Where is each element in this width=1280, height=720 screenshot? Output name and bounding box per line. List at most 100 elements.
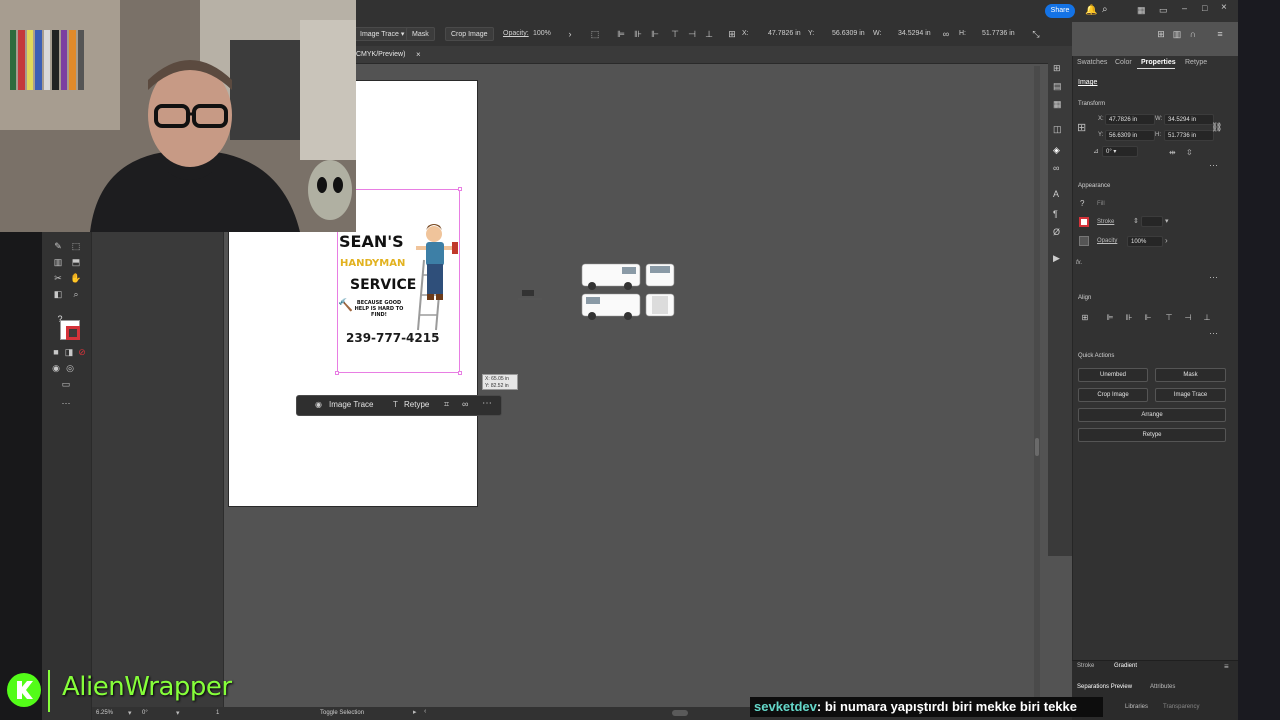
opacity-field[interactable]: 100% [1127,236,1163,247]
more-options-icon[interactable]: ⋯ [482,398,492,409]
layers-icon[interactable]: ⊞ [1053,63,1061,74]
vertical-align-center-icon[interactable]: ⊣ [1183,313,1193,323]
stroke-swatch[interactable] [66,326,80,340]
reference-point-icon[interactable]: ⊞ [726,28,738,40]
zoom-dropdown-icon[interactable]: ▾ [128,709,132,717]
rotation-field[interactable]: 0° [142,710,148,716]
y-field[interactable]: 56.6309 in [832,30,865,37]
align-middle-icon[interactable]: ⊣ [686,28,698,40]
links-icon[interactable]: ∞ [1053,163,1059,173]
tf-x-field[interactable]: 47.7826 in [1105,114,1155,125]
draw-behind-icon[interactable]: ◎ [64,362,76,374]
opacity-value[interactable]: 100% [533,30,551,37]
tf-h-field[interactable]: 51.7736 in [1164,130,1214,141]
stroke-weight-field[interactable] [1141,216,1163,227]
libraries-icon[interactable]: ▤ [1053,81,1062,92]
rotation-dropdown-icon[interactable]: ▾ [176,709,180,717]
chevron-right-icon[interactable]: › [564,28,576,40]
rotate-field[interactable]: 0° ▾ [1102,146,1138,157]
image-trace-button[interactable]: Image Trace ▾ [354,27,411,41]
handle-tr[interactable] [458,187,462,191]
stroke-color-swatch[interactable] [1079,217,1089,227]
constrain-proportions-icon[interactable]: ⛓ [1211,122,1222,133]
eyedropper-icon[interactable]: ✎ [52,240,64,252]
pathfinder-icon[interactable]: ◫ [1053,124,1062,135]
tab-properties[interactable]: Properties [1141,59,1176,66]
fill-label[interactable]: Fill [1097,201,1105,207]
tab-transparency[interactable]: Transparency [1163,704,1199,710]
reference-point-icon[interactable]: ⊞ [1077,121,1086,134]
flip-horizontal-icon[interactable]: ⇹ [1169,148,1176,157]
status-play-icon[interactable]: ▸ [413,708,417,716]
transform-icon[interactable]: ⤡ [1030,28,1042,40]
artboard-number-field[interactable]: 1 [216,710,219,716]
h-field[interactable]: 51.7736 in [982,30,1015,37]
tab-retype[interactable]: Retype [1185,59,1207,66]
mask-button[interactable]: Mask [406,27,435,41]
vertical-align-top-icon[interactable]: ⊤ [1164,313,1174,323]
handle-br[interactable] [458,371,462,375]
maximize-icon[interactable]: □ [1202,3,1207,13]
chart-tool-icon[interactable]: ▥ [52,256,64,268]
align-bottom-icon[interactable]: ⊥ [703,28,715,40]
glyphs-icon[interactable]: Ø [1053,227,1060,237]
align-center-icon[interactable]: ⊪ [632,28,644,40]
draw-mode-icon[interactable]: ◉ [50,362,62,374]
properties-icon[interactable]: ◈ [1053,145,1060,156]
horizontal-align-left-icon[interactable]: ⊫ [1105,313,1115,323]
appearance-more-icon[interactable]: ⋯ [1209,272,1218,283]
link-icon[interactable]: ∞ [940,28,952,40]
horizontal-scroll-thumb[interactable] [672,710,688,716]
arrange-docs-icon[interactable]: ▭ [1159,5,1168,16]
zoom-field[interactable]: 6.25% [96,710,113,716]
link-icon[interactable]: ∞ [462,399,468,409]
crop-image-button[interactable]: Crop Image [445,27,494,41]
horizontal-align-center-icon[interactable]: ⊪ [1124,313,1134,323]
artboards-icon[interactable]: ▦ [1053,99,1062,110]
scale-tool-icon[interactable]: ⬚ [70,240,82,252]
align-more-icon[interactable]: ⋯ [1209,328,1218,339]
stroke-weight-stepper-icon[interactable]: ⇕ [1133,217,1139,225]
magnet-icon[interactable]: ∩ [1187,28,1199,40]
stroke-label[interactable]: Stroke [1097,219,1114,225]
gradient-tool-icon[interactable]: ◧ [52,288,64,300]
tab-color[interactable]: Color [1115,59,1132,66]
tab-swatches[interactable]: Swatches [1077,59,1107,66]
vertical-scrollbar[interactable] [1034,66,1040,706]
arrange-button[interactable]: Arrange [1078,408,1226,422]
artboard-tool-icon[interactable]: ⬒ [70,256,82,268]
zoom-icon[interactable]: ⌕ [70,288,82,300]
bell-icon[interactable]: 🔔 [1085,5,1097,16]
transform-more-icon[interactable]: ⋯ [1209,160,1218,171]
panel-toggle-icon[interactable]: ⊞ [1155,28,1167,40]
close-tab-icon[interactable]: × [416,50,421,59]
tf-y-field[interactable]: 56.6309 in [1105,130,1155,141]
workspace-icon[interactable]: ▦ [1137,5,1146,16]
status-back-icon[interactable]: ‹ [424,708,426,715]
menu-icon[interactable]: ≡ [1214,28,1226,40]
align-to-icon[interactable]: ⊞ [1080,313,1090,323]
actions-play-icon[interactable]: ▶ [1053,253,1060,264]
screen-mode-icon[interactable]: ▭ [60,378,72,390]
qa-mask-button[interactable]: Mask [1155,368,1226,382]
vertical-align-bottom-icon[interactable]: ⊥ [1202,313,1212,323]
tab-stroke[interactable]: Stroke [1077,663,1094,669]
fx-button[interactable]: fx. [1076,260,1082,266]
small-artwork-thumbnail[interactable] [518,290,542,302]
stroke-weight-dropdown-icon[interactable]: ▾ [1165,217,1169,225]
panel-menu-icon[interactable]: ≡ [1224,662,1229,671]
scrollbar-thumb[interactable] [1035,438,1039,456]
align-top-icon[interactable]: ⊤ [669,28,681,40]
character-icon[interactable]: A [1053,189,1059,199]
flip-vertical-icon[interactable]: ⇳ [1186,148,1193,157]
x-field[interactable]: 47.7826 in [768,30,801,37]
hand-icon[interactable]: ✋ [70,272,82,284]
search-icon[interactable]: ⌕ [1102,4,1108,15]
tab-attributes[interactable]: Attributes [1150,684,1175,690]
van-wrap-artwork[interactable] [580,262,680,324]
tab-separations-preview[interactable]: Separations Preview [1077,684,1132,690]
w-field[interactable]: 34.5294 in [898,30,931,37]
slice-tool-icon[interactable]: ✂ [52,272,64,284]
qa-image-trace-button[interactable]: Image Trace [1155,388,1226,402]
horizontal-align-right-icon[interactable]: ⊩ [1143,313,1153,323]
